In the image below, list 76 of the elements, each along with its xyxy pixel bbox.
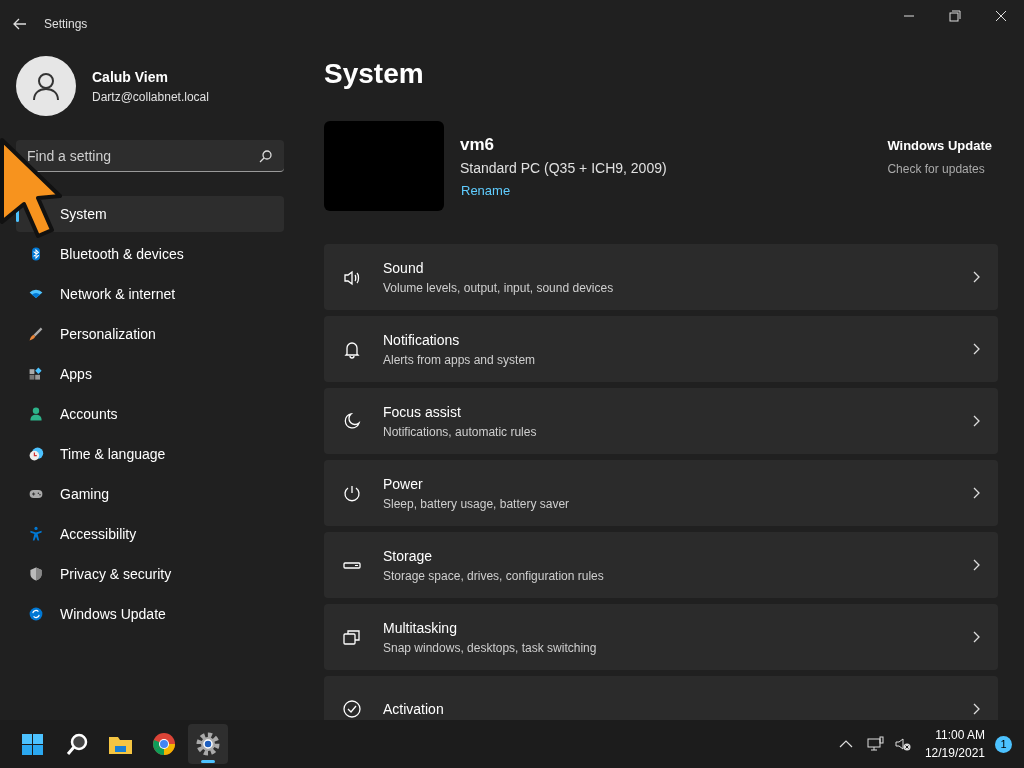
nav-item[interactable]: Network & internet: [16, 276, 284, 312]
apps-grid-icon: [28, 366, 44, 382]
nav-item[interactable]: Privacy & security: [16, 556, 284, 592]
chevron-up-icon[interactable]: [838, 740, 853, 748]
check-updates-link[interactable]: Check for updates: [887, 159, 992, 178]
person-icon: [28, 406, 44, 422]
device-name: vm6: [460, 134, 495, 156]
nav-item[interactable]: Gaming: [16, 476, 284, 512]
moon-icon: [342, 411, 362, 431]
check-circle-icon: [342, 699, 362, 719]
speaker-muted-icon[interactable]: [894, 736, 911, 752]
card-title: Storage: [383, 546, 433, 566]
clock-globe-icon: [28, 446, 44, 462]
sync-icon: [28, 606, 44, 622]
settings-card[interactable]: Activation: [324, 676, 998, 720]
nav-item[interactable]: Apps: [16, 356, 284, 392]
accessibility-icon: [28, 526, 44, 542]
settings-card[interactable]: Power Sleep, battery usage, battery saver: [324, 460, 998, 526]
back-arrow-icon[interactable]: [12, 16, 28, 32]
chevron-right-icon: [972, 631, 980, 643]
power-icon: [342, 483, 362, 503]
card-title: Activation: [383, 699, 444, 719]
chevron-right-icon: [972, 415, 980, 427]
card-description: Notifications, automatic rules: [383, 423, 537, 441]
windows-stack-icon: [342, 627, 362, 647]
paintbrush-icon: [28, 326, 44, 342]
user-email: Dartz@collabnet.local: [92, 88, 209, 106]
search-icon: [259, 150, 272, 163]
folder-icon: [109, 737, 132, 754]
notification-badge[interactable]: 1: [995, 735, 1012, 753]
taskbar-app[interactable]: [188, 724, 228, 764]
device-model: Standard PC (Q35 + ICH9, 2009): [460, 158, 667, 178]
nav-item[interactable]: Time & language: [16, 436, 284, 472]
user-name: Calub Viem: [92, 67, 169, 87]
settings-card[interactable]: Sound Volume levels, output, input, sound devices: [324, 244, 998, 310]
card-description: Alerts from apps and system: [383, 351, 536, 369]
card-description: Sleep, battery usage, battery saver: [383, 495, 570, 513]
page-title: System: [324, 57, 424, 91]
browser-logo-icon: [153, 733, 175, 755]
update-title: Windows Update: [887, 137, 992, 156]
bell-icon: [342, 339, 362, 359]
card-title: Focus assist: [383, 402, 461, 422]
rename-link[interactable]: Rename: [461, 180, 511, 200]
active-indicator: [201, 760, 215, 763]
shield-icon: [28, 566, 44, 582]
settings-card[interactable]: Multitasking Snap windows, desktops, task switching: [324, 604, 998, 670]
window-title: Settings: [44, 16, 88, 33]
card-description: Storage space, drives, configuration rules: [383, 567, 604, 585]
nav-item[interactable]: Windows Update: [16, 596, 284, 632]
search-icon: [66, 733, 88, 755]
settings-card[interactable]: Notifications Alerts from apps and system: [324, 316, 998, 382]
network-monitor-icon[interactable]: [866, 736, 885, 752]
chevron-right-icon: [972, 559, 980, 571]
nav-item[interactable]: Personalization: [16, 316, 284, 352]
nav-item[interactable]: Accounts: [16, 396, 284, 432]
clock-time[interactable]: 11:00 AM: [935, 726, 985, 744]
windows-logo-icon: [22, 734, 43, 755]
chevron-right-icon: [972, 703, 980, 715]
card-title: Notifications: [383, 330, 460, 350]
card-description: Volume levels, output, input, sound devices: [383, 279, 614, 297]
nav-item[interactable]: Accessibility: [16, 516, 284, 552]
gear-icon: [196, 732, 220, 756]
settings-card[interactable]: Focus assist Notifications, automatic rules: [324, 388, 998, 454]
search-field[interactable]: Find a setting: [16, 140, 284, 172]
clock-date[interactable]: 12/19/2021: [924, 744, 985, 762]
card-title: Power: [383, 474, 423, 494]
card-title: Sound: [383, 258, 424, 278]
chevron-right-icon: [972, 343, 980, 355]
settings-card[interactable]: Storage Storage space, drives, configuration rules: [324, 532, 998, 598]
card-title: Multitasking: [383, 618, 457, 638]
person-silhouette-icon: [31, 71, 61, 101]
chevron-right-icon: [972, 487, 980, 499]
chevron-right-icon: [972, 271, 980, 283]
card-description: Snap windows, desktops, task switching: [383, 639, 597, 657]
nav-item[interactable]: System: [16, 196, 284, 232]
nav-item[interactable]: Bluetooth & devices: [16, 236, 284, 272]
